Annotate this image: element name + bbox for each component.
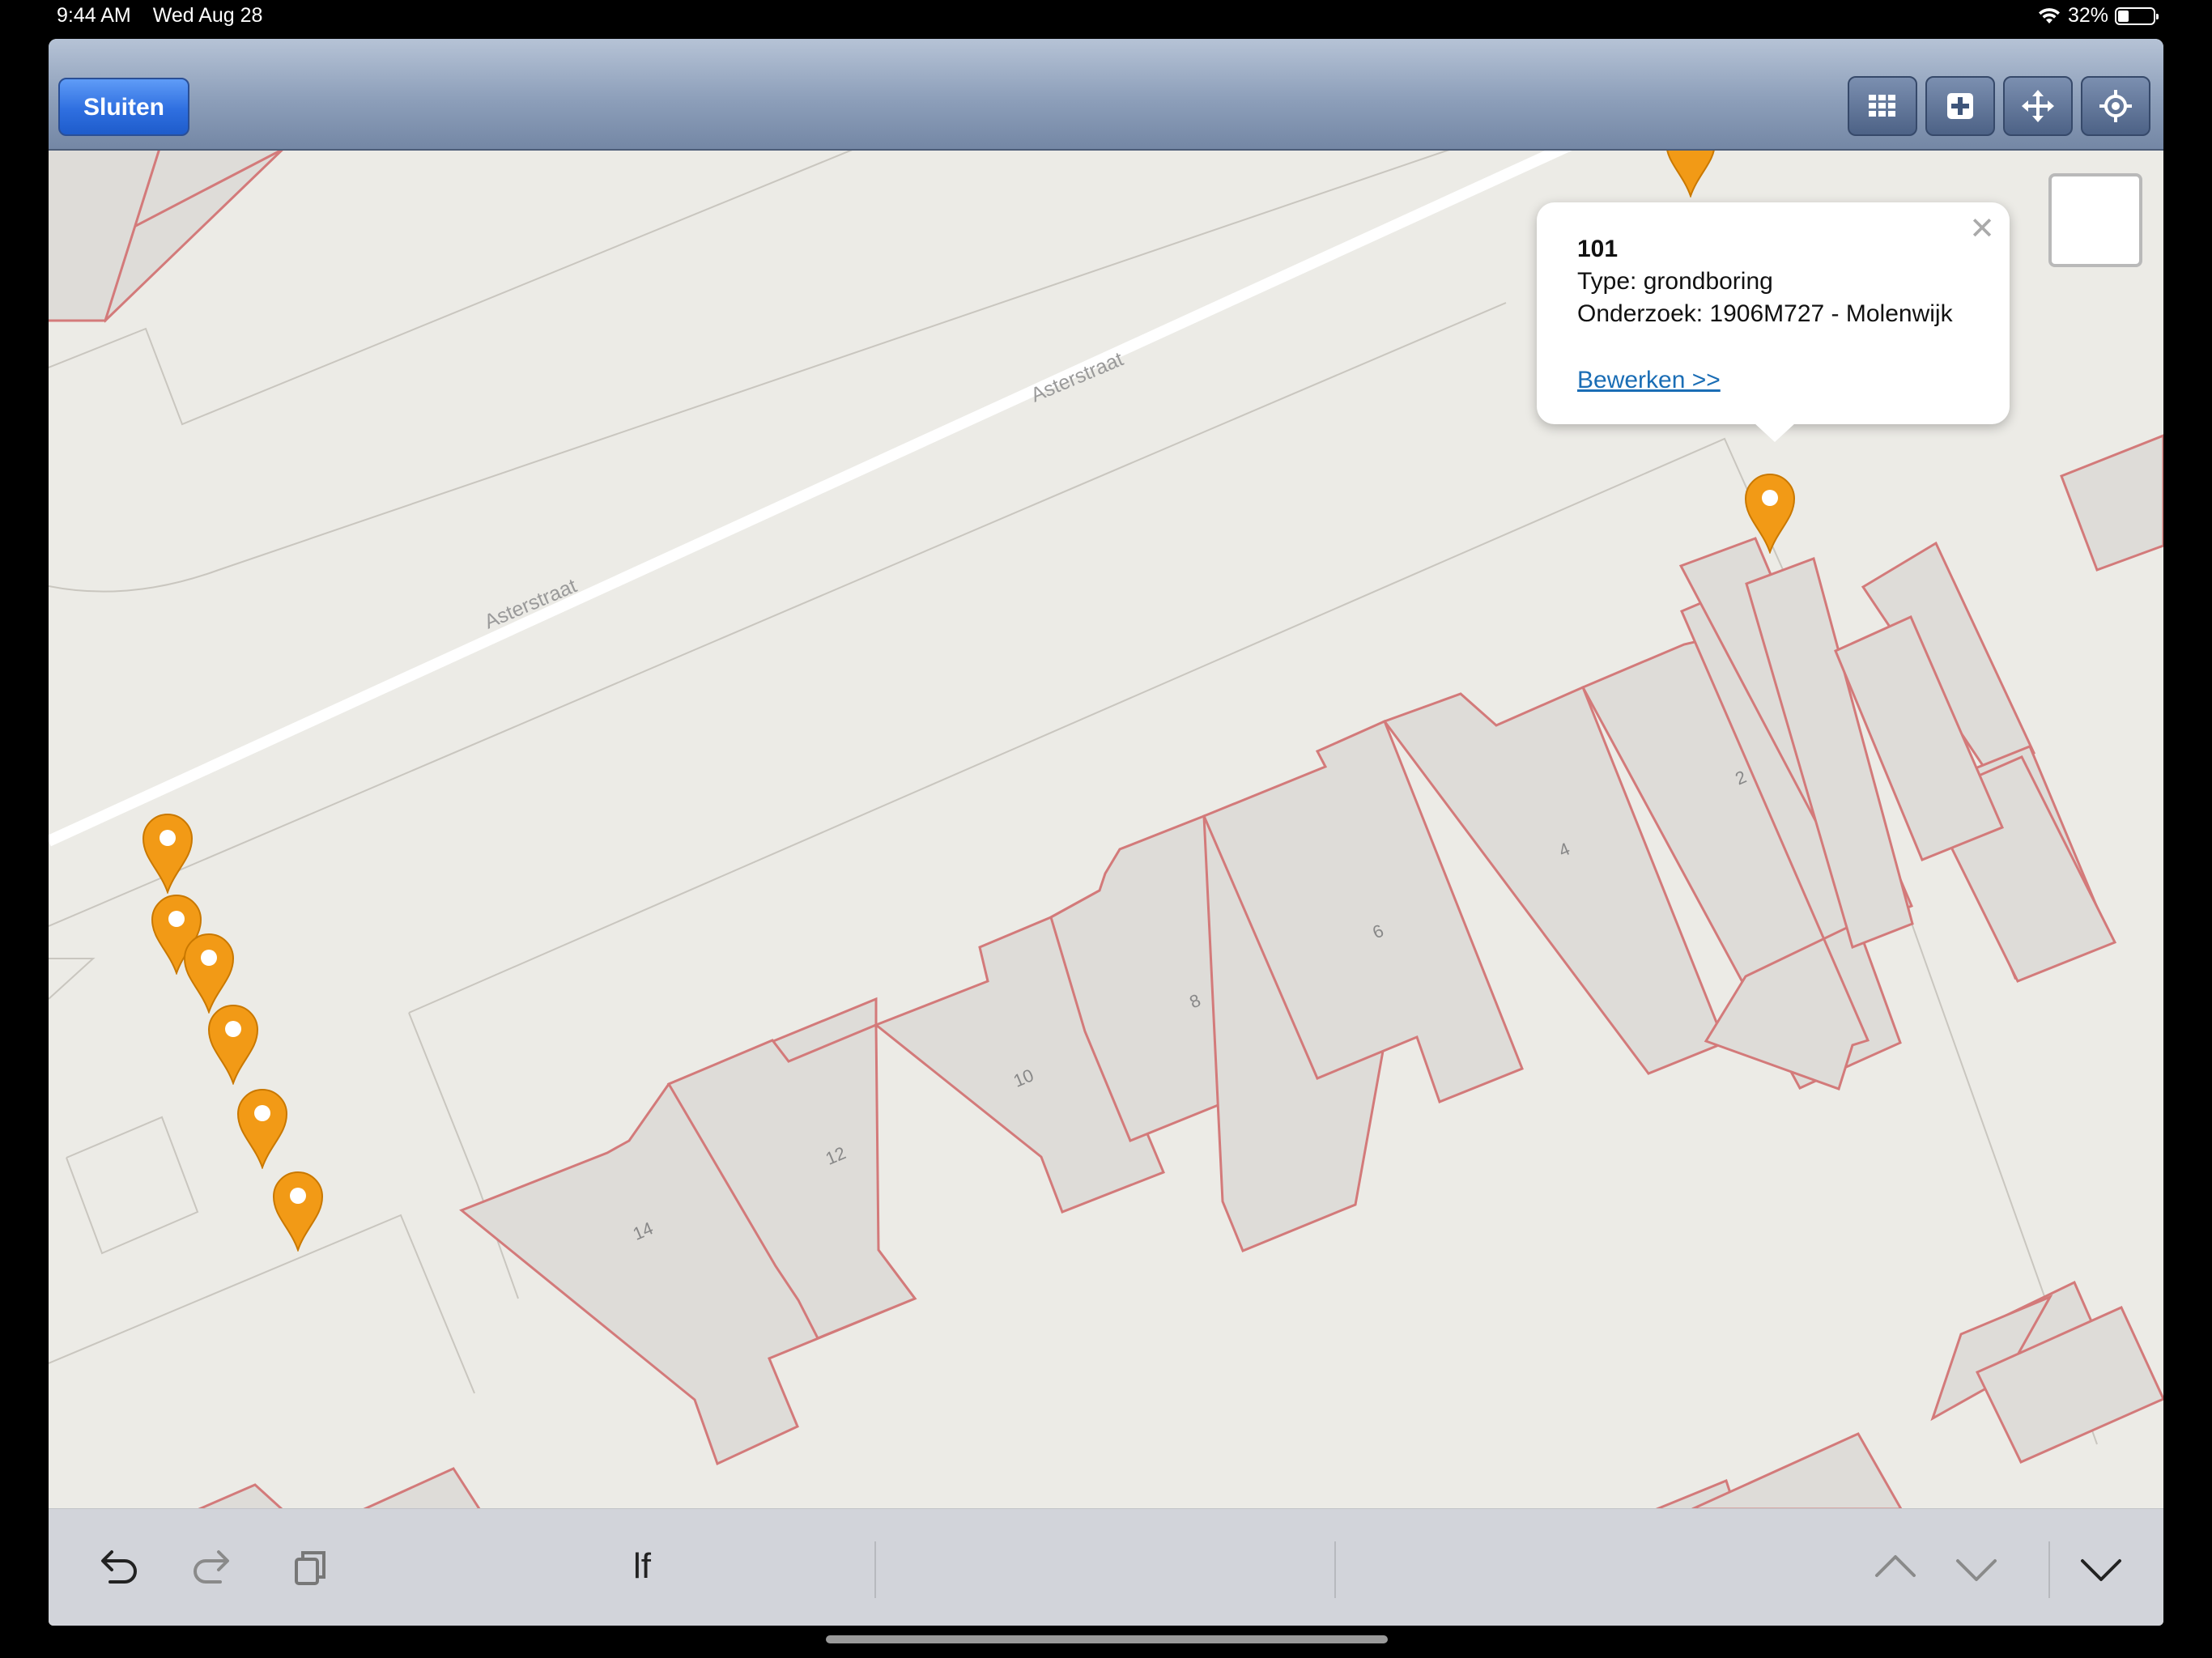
- popup-type: Type: grondboring: [1577, 268, 1773, 295]
- locate-button[interactable]: [2081, 76, 2150, 136]
- map-pin[interactable]: [142, 813, 194, 894]
- map-tools: [1848, 76, 2150, 136]
- move-icon: [2022, 90, 2054, 122]
- map-overview-box[interactable]: [2048, 173, 2142, 267]
- grid-button[interactable]: [1848, 76, 1917, 136]
- grid-icon: [1869, 95, 1895, 117]
- locate-icon: [2099, 90, 2132, 122]
- battery-percent: 32%: [2067, 4, 2108, 27]
- undo-icon[interactable]: [92, 1543, 143, 1593]
- battery-fill: [2118, 10, 2129, 22]
- chevron-down-icon[interactable]: [1951, 1543, 2001, 1593]
- battery-icon: [2115, 6, 2159, 25]
- add-button[interactable]: [1925, 76, 1995, 136]
- suggestion-text[interactable]: lf: [633, 1546, 651, 1587]
- map-pin[interactable]: [183, 933, 235, 1014]
- edit-link[interactable]: Bewerken >>: [1577, 364, 1953, 397]
- close-button[interactable]: Sluiten: [58, 78, 189, 136]
- home-indicator[interactable]: [826, 1635, 1388, 1643]
- add-icon: [1947, 93, 1973, 119]
- navigation-bar: Sluiten: [49, 39, 2163, 151]
- popup-tail: [1754, 423, 1796, 442]
- move-button[interactable]: [2003, 76, 2073, 136]
- map-pin[interactable]: [236, 1088, 288, 1169]
- clipboard-icon[interactable]: [285, 1543, 335, 1593]
- chevron-up-icon[interactable]: [1870, 1543, 1921, 1593]
- redo-icon[interactable]: [188, 1543, 238, 1593]
- feature-popup: ✕ 101 Type: grondboring Onderzoek: 1906M…: [1537, 202, 2010, 442]
- popup-title: 101: [1577, 236, 1619, 262]
- dismiss-keyboard-icon[interactable]: [2076, 1543, 2126, 1593]
- status-bar: 9:44 AM Wed Aug 28 32%: [0, 0, 2212, 36]
- separator: [2048, 1541, 2050, 1598]
- map-pin-selected[interactable]: [1744, 473, 1796, 554]
- close-icon[interactable]: ✕: [1969, 210, 1995, 247]
- map-pin[interactable]: [207, 1004, 259, 1085]
- status-date: Wed Aug 28: [152, 4, 263, 27]
- separator: [1334, 1541, 1336, 1598]
- popup-onderzoek: Onderzoek: 1906M727 - Molenwijk: [1577, 300, 1953, 327]
- app-window: Sluiten Asterstraat Asterstraat 2 4 6 8 …: [49, 39, 2163, 1626]
- map-pin[interactable]: [272, 1171, 324, 1252]
- status-time: 9:44 AM: [57, 4, 131, 27]
- wifi-icon: [2038, 7, 2060, 23]
- separator: [874, 1541, 876, 1598]
- keyboard-shortcut-bar: lf: [49, 1508, 2163, 1626]
